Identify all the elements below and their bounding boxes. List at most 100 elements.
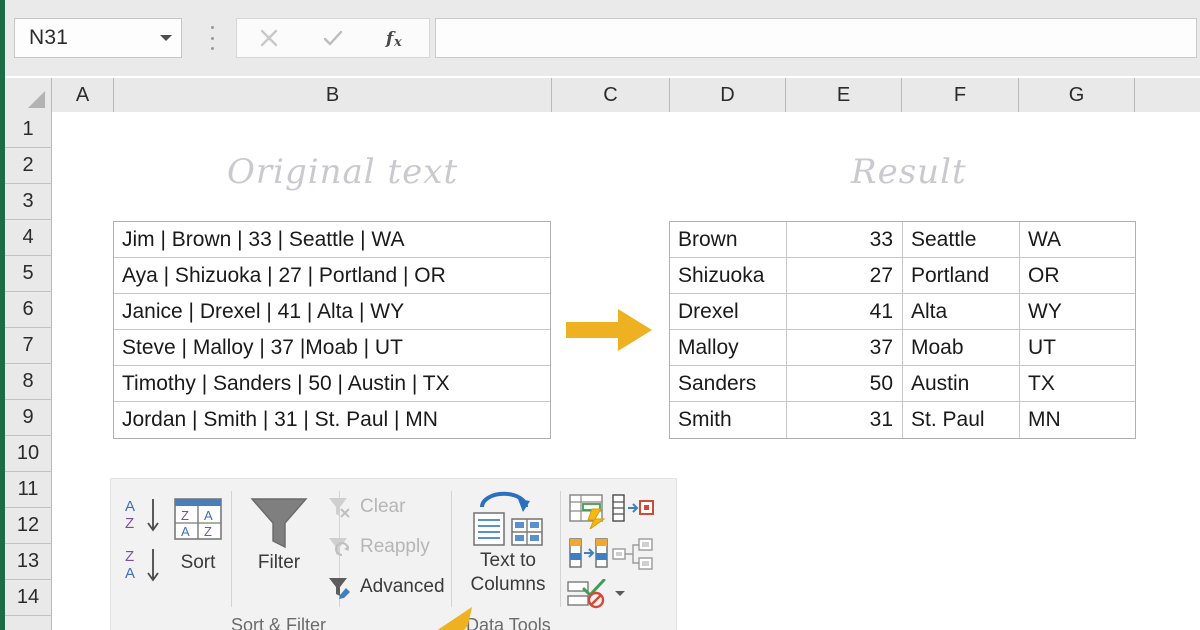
cell-state[interactable]: WA [1020, 222, 1135, 257]
column-header-e[interactable]: E [786, 78, 902, 112]
column-header-h[interactable] [1135, 78, 1200, 112]
sort-dialog-icon[interactable]: Z A A Z [173, 497, 223, 546]
row-header-4[interactable]: 4 [5, 220, 52, 256]
cell-age[interactable]: 31 [787, 402, 903, 438]
table-row[interactable]: Jim | Brown | 33 | Seattle | WA [114, 222, 550, 258]
svg-text:Z: Z [125, 515, 134, 532]
filter-button-label[interactable]: Filter [244, 551, 314, 575]
svg-text:A: A [125, 498, 135, 515]
cell-state[interactable]: TX [1020, 366, 1135, 401]
row-header-14[interactable]: 14 [5, 580, 52, 616]
column-header-b[interactable]: B [114, 78, 552, 112]
fx-icon[interactable]: f x [365, 19, 429, 57]
name-box[interactable]: N31 [14, 18, 182, 58]
cell-age[interactable]: 33 [787, 222, 903, 257]
column-header-row: A B C D E F G [5, 78, 1200, 112]
advanced-button[interactable]: Advanced [327, 575, 445, 599]
column-header-d[interactable]: D [670, 78, 786, 112]
chevron-down-icon[interactable] [151, 19, 181, 57]
table-row[interactable]: Aya | Shizuoka | 27 | Portland | OR [114, 258, 550, 294]
cell-state[interactable]: MN [1020, 402, 1135, 438]
clear-button[interactable]: Clear [327, 495, 405, 519]
data-validation-button[interactable] [566, 579, 626, 609]
cell-age[interactable]: 50 [787, 366, 903, 401]
table-row[interactable]: Janice | Drexel | 41 | Alta | WY [114, 294, 550, 330]
column-header-f[interactable]: F [902, 78, 1019, 112]
sort-za-button[interactable]: Z A [123, 545, 169, 592]
row-header-1[interactable]: 1 [5, 112, 52, 148]
table-row: Malloy 37 Moab UT [670, 330, 1135, 366]
table-row: Smith 31 St. Paul MN [670, 402, 1135, 438]
column-header-a[interactable]: A [52, 78, 114, 112]
pointer-arrow-annotation [416, 603, 486, 630]
cell-age[interactable]: 37 [787, 330, 903, 365]
svg-text:A: A [125, 565, 135, 582]
consolidate-icon[interactable] [611, 493, 655, 528]
table-row[interactable]: Timothy | Sanders | 50 | Austin | TX [114, 366, 550, 402]
formula-actions: f x [236, 18, 430, 58]
table-row[interactable]: Jordan | Smith | 31 | St. Paul | MN [114, 402, 550, 438]
sort-button-label[interactable]: Sort [173, 551, 223, 575]
cell-state[interactable]: WY [1020, 294, 1135, 329]
remove-duplicates-icon[interactable] [568, 537, 610, 574]
cell-lastname[interactable]: Smith [670, 402, 787, 438]
cell-age[interactable]: 41 [787, 294, 903, 329]
page-title-result: Result [851, 152, 967, 192]
cell-lastname[interactable]: Brown [670, 222, 787, 257]
table-row[interactable]: Steve | Malloy | 37 |Moab | UT [114, 330, 550, 366]
close-icon[interactable] [237, 19, 301, 57]
chevron-down-icon[interactable] [614, 585, 626, 603]
right-arrow-annotation [566, 306, 654, 359]
more-options-icon[interactable] [205, 26, 219, 50]
cell-state[interactable]: UT [1020, 330, 1135, 365]
text-to-columns-icon[interactable] [468, 491, 548, 554]
sort-az-button[interactable]: A Z [123, 495, 169, 542]
cell-lastname[interactable]: Drexel [670, 294, 787, 329]
reapply-filter-icon [327, 535, 353, 559]
cell-city[interactable]: Alta [903, 294, 1020, 329]
row-header-13[interactable]: 13 [5, 544, 52, 580]
svg-text:Z: Z [125, 548, 134, 565]
reapply-button[interactable]: Reapply [327, 535, 430, 559]
cell-lastname[interactable]: Malloy [670, 330, 787, 365]
row-header-12[interactable]: 12 [5, 508, 52, 544]
row-header-2[interactable]: 2 [5, 148, 52, 184]
cell-city[interactable]: Moab [903, 330, 1020, 365]
column-header-g[interactable]: G [1019, 78, 1135, 112]
row-header-8[interactable]: 8 [5, 364, 52, 400]
cell-age[interactable]: 27 [787, 258, 903, 293]
select-all-icon[interactable] [5, 78, 52, 112]
filter-funnel-icon[interactable] [244, 493, 314, 558]
flash-fill-icon[interactable] [568, 493, 608, 534]
page-title-original: Original text [227, 152, 458, 192]
table-row: Drexel 41 Alta WY [670, 294, 1135, 330]
cell-state[interactable]: OR [1020, 258, 1135, 293]
cell-city[interactable]: Portland [903, 258, 1020, 293]
row-header-9[interactable]: 9 [5, 400, 52, 436]
row-header-5[interactable]: 5 [5, 256, 52, 292]
row-header-15[interactable] [5, 616, 52, 630]
formula-input[interactable] [435, 18, 1197, 58]
text-to-columns-button[interactable]: Text to Columns [458, 549, 558, 597]
cell-city[interactable]: Seattle [903, 222, 1020, 257]
cell-city[interactable]: St. Paul [903, 402, 1020, 438]
relationships-icon[interactable] [611, 537, 655, 576]
cell-lastname[interactable]: Sanders [670, 366, 787, 401]
cell-city[interactable]: Austin [903, 366, 1020, 401]
table-row: Sanders 50 Austin TX [670, 366, 1135, 402]
excel-window: N31 f x [0, 0, 1200, 630]
column-header-c[interactable]: C [552, 78, 670, 112]
row-header-3[interactable]: 3 [5, 184, 52, 220]
row-header-10[interactable]: 10 [5, 436, 52, 472]
row-header-7[interactable]: 7 [5, 328, 52, 364]
row-header-column: 1 2 3 4 5 6 7 8 9 10 11 12 13 14 [5, 112, 52, 630]
clear-label: Clear [360, 496, 405, 518]
check-icon[interactable] [301, 19, 365, 57]
cell-lastname[interactable]: Shizuoka [670, 258, 787, 293]
clear-filter-icon [327, 495, 353, 519]
svg-text:A: A [181, 524, 190, 539]
ttc-line1: Text to [458, 549, 558, 573]
table-row: Shizuoka 27 Portland OR [670, 258, 1135, 294]
row-header-11[interactable]: 11 [5, 472, 52, 508]
row-header-6[interactable]: 6 [5, 292, 52, 328]
